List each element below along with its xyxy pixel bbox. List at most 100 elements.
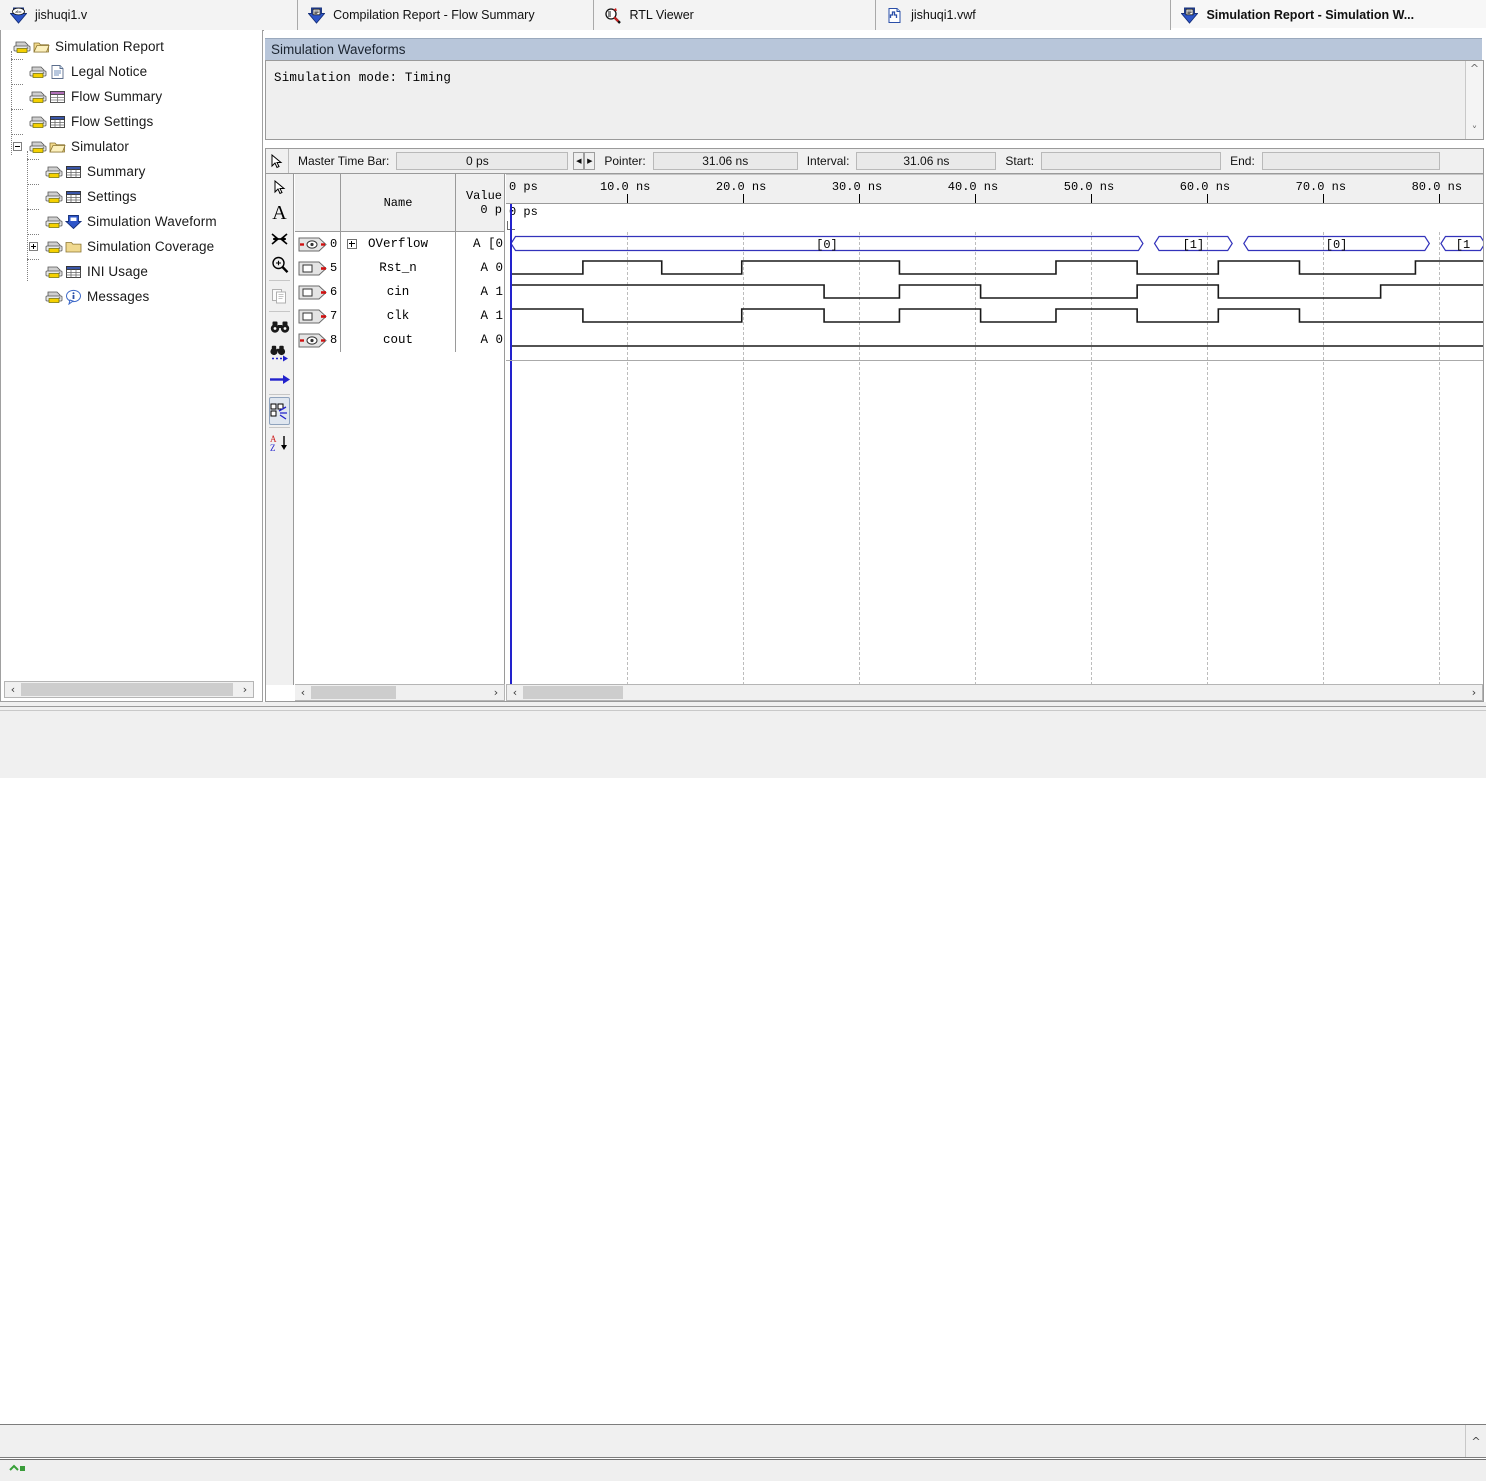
signal-row[interactable]: 5 Rst_n A 0 — [295, 256, 504, 280]
tree-item-summary[interactable]: Summary — [1, 159, 262, 184]
tree-connector — [11, 51, 12, 155]
scroll-track[interactable] — [311, 685, 488, 700]
printer-icon — [45, 216, 63, 228]
tree-item-ini-usage[interactable]: INI Usage — [1, 259, 262, 284]
copy-icon[interactable] — [266, 283, 293, 309]
signal-index-cell[interactable]: 5 — [295, 256, 341, 280]
time-ruler[interactable]: 0 ps 10.0 ns 20.0 ns 30.0 ns 40.0 ns 50.0 ns 6… — [506, 174, 1483, 204]
tree-expander[interactable] — [29, 242, 38, 251]
ruler-tick-mark — [1090, 194, 1092, 203]
document-tab-bar: abc jishuqi1.v Compilation Report - Flow … — [0, 0, 1486, 31]
tree-item-simulation-waveform[interactable]: Simulation Waveform — [1, 209, 262, 234]
signal-index-cell[interactable]: 6 — [295, 280, 341, 304]
waveform-horizontal-scrollbar[interactable]: ‹ › — [506, 684, 1483, 701]
input-pin-icon — [298, 309, 327, 323]
scroll-left-arrow[interactable]: ‹ — [295, 685, 311, 700]
find-icon[interactable] — [266, 314, 293, 340]
stepper-right-button[interactable]: ▶ — [584, 152, 596, 170]
scroll-right-arrow[interactable]: › — [488, 685, 504, 700]
signal-list[interactable]: Name Value 0 p 0 OVerflow A [0 5 Rst_n A… — [295, 174, 505, 685]
sort-icon[interactable]: A Z — [266, 430, 293, 456]
signal-row[interactable]: 6 cin A 1 — [295, 280, 504, 304]
waveform-editing-tool-icon[interactable] — [266, 226, 293, 252]
signal-row[interactable]: 0 OVerflow A [0 — [295, 232, 504, 256]
ruler-tick-mark — [626, 194, 628, 203]
group-expander[interactable] — [347, 239, 357, 249]
scroll-right-arrow[interactable]: › — [237, 682, 253, 697]
zoom-tool-icon[interactable] — [266, 252, 293, 278]
pointer-field[interactable]: 31.06 ns — [652, 152, 798, 170]
scroll-track[interactable] — [21, 682, 237, 697]
master-time-bar-field[interactable]: 0 ps — [396, 152, 569, 170]
scroll-right-arrow[interactable]: › — [1466, 685, 1482, 700]
tree-item-simulation-report[interactable]: Simulation Report — [1, 34, 262, 59]
tab-simulation-report-simulation-w[interactable]: Simulation Report - Simulation W... — [1170, 0, 1486, 31]
signal-name-cell[interactable]: Rst_n — [341, 256, 456, 280]
header-name: Name — [341, 174, 456, 231]
tab-rtl-viewer[interactable]: RTL Viewer — [593, 0, 876, 30]
waveform-tool-strip[interactable]: A A Z — [266, 174, 294, 685]
signal-row[interactable]: 7 clk A 1 — [295, 304, 504, 328]
signal-name: Rst_n — [379, 261, 417, 275]
selection-arrow-icon[interactable] — [266, 149, 289, 173]
mode-box-vertical-scrollbar[interactable]: ^ ˅ — [1465, 61, 1483, 139]
signal-value-cell: A 1 — [456, 304, 504, 328]
find-next-icon[interactable] — [266, 340, 293, 366]
signal-name-cell[interactable]: OVerflow — [341, 232, 456, 256]
scroll-left-arrow[interactable]: ‹ — [5, 682, 21, 697]
tree-item-simulation-coverage[interactable]: Simulation Coverage — [1, 234, 262, 259]
scroll-down-arrow[interactable]: ˅ — [1472, 123, 1478, 139]
signal-index-cell[interactable]: 0 — [295, 232, 341, 256]
tab-compilation-report-flow-summary[interactable]: Compilation Report - Flow Summary — [297, 0, 594, 30]
tree-item-legal-notice[interactable]: Legal Notice — [1, 59, 262, 84]
signal-list-horizontal-scrollbar[interactable]: ‹ › — [295, 684, 505, 701]
tab-label: jishuqi1.vwf — [911, 8, 976, 22]
interval-field[interactable]: 31.06 ns — [856, 152, 997, 170]
tree-item-settings[interactable]: Settings — [1, 184, 262, 209]
selection-tool-icon[interactable] — [266, 174, 293, 200]
rtl-viewer-icon — [605, 7, 622, 24]
start-field[interactable] — [1041, 152, 1222, 170]
waveform-traces[interactable]: [0] [1] [0] [1 — [506, 232, 1483, 685]
signal-value-cell: A [0 — [456, 232, 504, 256]
tree-item-label: Summary — [87, 164, 146, 179]
tree-item-flow-settings[interactable]: Flow Settings — [1, 109, 262, 134]
tab-jishuqi1-vwf[interactable]: jishuqi1.vwf — [875, 0, 1171, 30]
signal-index-cell[interactable]: 7 — [295, 304, 341, 328]
scroll-track[interactable] — [523, 685, 1466, 700]
signal-name-cell[interactable]: cout — [341, 328, 456, 352]
tree-connector — [27, 259, 39, 260]
signal-type-icon — [298, 308, 328, 325]
signal-value-cell: A 0 — [456, 256, 504, 280]
message-scroll-up-arrow[interactable]: ^ — [1465, 1425, 1486, 1457]
interval-label: Interval: — [806, 154, 850, 168]
tree-expander[interactable] — [13, 142, 22, 151]
time-bar-stepper[interactable]: ◀ ▶ — [573, 152, 596, 170]
signal-row[interactable]: 8 cout A 0 — [295, 328, 504, 352]
master-time-bar-tick-label: 0 ps — [509, 205, 538, 219]
signal-name-cell[interactable]: clk — [341, 304, 456, 328]
end-field[interactable] — [1261, 152, 1440, 170]
tree-item-label: Simulation Report — [55, 39, 165, 54]
interval-value: 31.06 ns — [903, 154, 950, 168]
tab-jishuqi1-v[interactable]: abc jishuqi1.v — [0, 0, 298, 30]
waveform-canvas[interactable]: 0 ps 10.0 ns 20.0 ns 30.0 ns 40.0 ns 50.0 ns 6… — [506, 174, 1483, 685]
scroll-left-arrow[interactable]: ‹ — [507, 685, 523, 700]
report-tree-panel[interactable]: Simulation Report Legal Notice Flow Summ… — [0, 30, 263, 702]
table-icon — [50, 115, 65, 128]
tree-horizontal-scrollbar[interactable]: ‹ › — [4, 681, 254, 698]
scroll-up-arrow[interactable]: ^ — [1470, 61, 1479, 77]
group-ungroup-icon[interactable] — [269, 397, 290, 425]
tree-item-messages[interactable]: Messages — [1, 284, 262, 309]
goto-arrow-icon[interactable] — [266, 366, 293, 392]
tree-item-flow-summary[interactable]: Flow Summary — [1, 84, 262, 109]
text-tool-icon[interactable]: A — [266, 200, 293, 226]
signal-name-cell[interactable]: cin — [341, 280, 456, 304]
printer-icon — [29, 116, 47, 128]
tree-item-simulator[interactable]: Simulator — [1, 134, 262, 159]
signal-index-cell[interactable]: 8 — [295, 328, 341, 352]
pointer-label: Pointer: — [604, 154, 646, 168]
stepper-left-button[interactable]: ◀ — [573, 152, 585, 170]
master-time-bar-cursor[interactable] — [510, 232, 512, 685]
printer-icon — [45, 166, 63, 178]
